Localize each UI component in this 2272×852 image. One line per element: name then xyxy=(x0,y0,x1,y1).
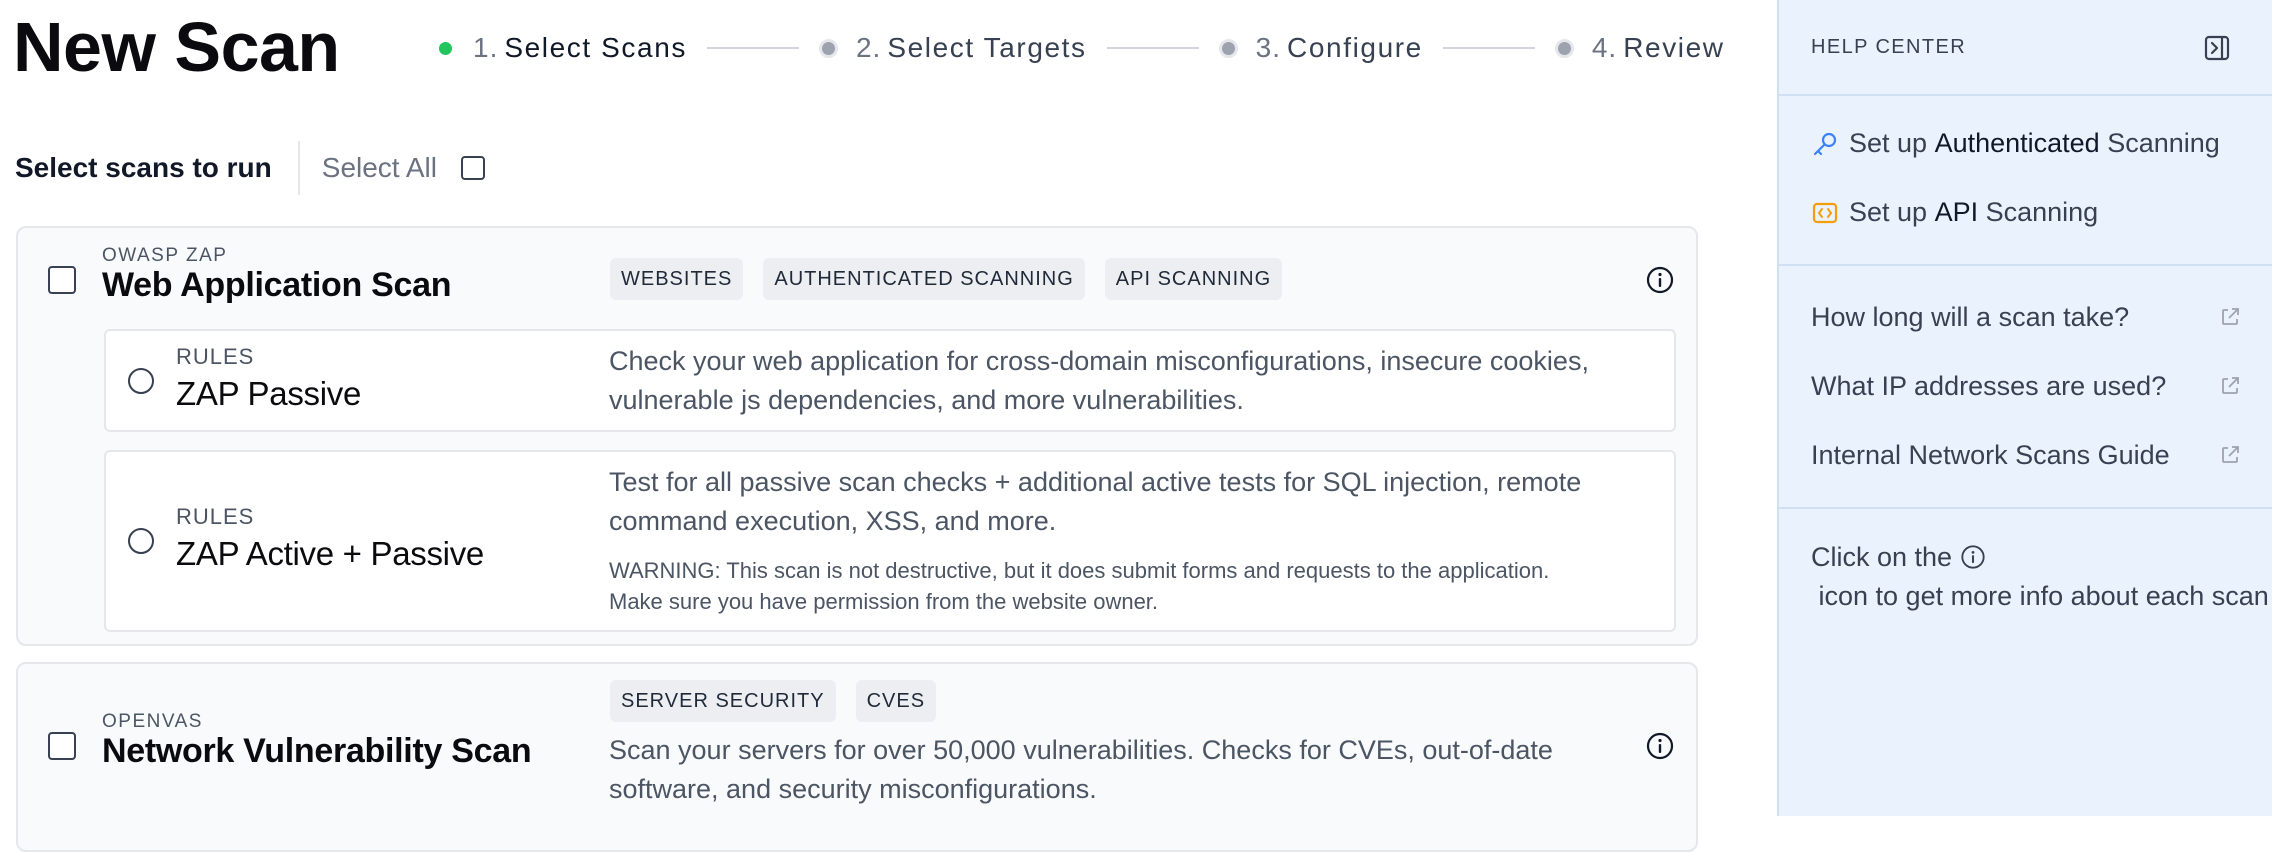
tag: CVES xyxy=(855,680,937,722)
tip-text-before: Click on the xyxy=(1811,542,1960,572)
divider xyxy=(297,141,300,195)
tag: WEBSITES xyxy=(610,258,744,300)
guide-authenticated-scanning[interactable]: Set up Authenticated Scanning xyxy=(1811,128,2220,159)
guide-suffix: Scanning xyxy=(1978,197,2099,227)
guide-prefix: Set up xyxy=(1849,128,1935,158)
info-icon[interactable] xyxy=(1646,266,1674,294)
code-icon xyxy=(1812,202,1838,223)
step-label: Select Targets xyxy=(887,32,1087,63)
select-scans-heading: Select scans to run xyxy=(15,152,272,183)
rule-title: ZAP Active + Passive xyxy=(176,535,484,572)
external-link-icon xyxy=(2222,446,2239,463)
scan-vendor: OWASP ZAP xyxy=(102,245,228,266)
scan-checkbox-web-application[interactable] xyxy=(48,266,76,294)
step-dot xyxy=(818,38,838,58)
scan-title: Network Vulnerability Scan xyxy=(102,732,532,770)
step-connector xyxy=(1106,47,1199,49)
main-content: New Scan 1. Select Scans 2. Select Targe… xyxy=(0,0,1760,852)
tag: SERVER SECURITY xyxy=(610,680,836,722)
step-select-targets[interactable]: 2. Select Targets xyxy=(818,32,1087,64)
rule-radio[interactable] xyxy=(128,368,154,394)
help-header: HELP CENTER xyxy=(1779,0,2272,96)
faq-label: Internal Network Scans Guide xyxy=(1811,440,2170,470)
help-title: HELP CENTER xyxy=(1811,36,1967,58)
scan-card-web-application: OWASP ZAP Web Application Scan WEBSITES … xyxy=(16,226,1698,646)
step-number: 1. xyxy=(473,32,499,63)
step-label: Review xyxy=(1623,32,1725,63)
tag: API SCANNING xyxy=(1104,258,1283,300)
rule-description: Check your web application for cross-dom… xyxy=(609,346,1589,415)
guide-strong: Authenticated xyxy=(1934,128,2100,158)
tip-text-after: icon to get more info about each scan xyxy=(1811,581,2269,611)
guide-strong: API xyxy=(1934,197,1979,227)
rule-kicker: RULES xyxy=(176,344,255,369)
step-number: 3. xyxy=(1255,32,1282,63)
step-dot xyxy=(1554,38,1574,58)
help-faqs: How long will a scan take? What IP addre… xyxy=(1779,266,2272,509)
rule-description: Test for all passive scan checks + addit… xyxy=(609,467,1582,536)
select-all-label[interactable]: Select All xyxy=(322,152,437,184)
guide-suffix: Scanning xyxy=(2099,128,2220,158)
scan-title: Web Application Scan xyxy=(102,266,452,304)
progress-stepper: 1. Select Scans 2. Select Targets 3. Con… xyxy=(436,26,1725,70)
step-configure[interactable]: 3. Configure xyxy=(1218,32,1423,64)
rule-option-zap-passive[interactable]: RULES ZAP Passive Check your web applica… xyxy=(104,329,1676,432)
faq-link-internal-network-guide[interactable]: Internal Network Scans Guide xyxy=(1811,440,2241,471)
step-review[interactable]: 4. Review xyxy=(1554,32,1725,64)
scan-description: Scan your servers for over 50,000 vulner… xyxy=(609,735,1553,804)
faq-link-ip-addresses[interactable]: What IP addresses are used? xyxy=(1811,371,2241,402)
help-center-panel: HELP CENTER Set up Authenticated Scannin… xyxy=(1777,0,2272,816)
step-select-scans[interactable]: 1. Select Scans xyxy=(436,32,687,64)
scan-tags: WEBSITES AUTHENTICATED SCANNING API SCAN… xyxy=(610,258,1283,300)
tag: AUTHENTICATED SCANNING xyxy=(763,258,1085,300)
step-active-dot xyxy=(436,38,455,58)
rule-option-zap-active-passive[interactable]: RULES ZAP Active + Passive Test for all … xyxy=(104,450,1676,632)
guide-prefix: Set up xyxy=(1849,197,1935,227)
step-connector xyxy=(706,47,799,49)
help-tip: Click on the icon to get more info about… xyxy=(1811,538,2269,616)
scan-tags: SERVER SECURITY CVES xyxy=(610,680,937,722)
scan-card-network-vulnerability: OPENVAS Network Vulnerability Scan SERVE… xyxy=(16,662,1698,852)
rule-kicker: RULES xyxy=(176,504,255,529)
external-link-icon xyxy=(2222,377,2239,394)
key-icon xyxy=(1813,132,1837,155)
step-number: 2. xyxy=(855,32,882,63)
select-all-checkbox[interactable] xyxy=(460,156,485,180)
scan-vendor: OPENVAS xyxy=(102,711,203,732)
help-guides: Set up Authenticated Scanning Set up API… xyxy=(1779,96,2272,266)
step-label: Select Scans xyxy=(504,32,687,63)
faq-label: What IP addresses are used? xyxy=(1811,371,2167,401)
select-scans-bar: Select scans to run Select All xyxy=(15,140,485,196)
page-title: New Scan xyxy=(13,8,340,86)
scan-checkbox-network-vulnerability[interactable] xyxy=(48,732,76,760)
rule-radio[interactable] xyxy=(128,528,154,554)
step-number: 4. xyxy=(1591,32,1618,63)
external-link-icon xyxy=(2222,308,2239,325)
faq-link-scan-duration[interactable]: How long will a scan take? xyxy=(1811,302,2241,333)
guide-api-scanning[interactable]: Set up API Scanning xyxy=(1811,197,2098,228)
collapse-panel-icon[interactable] xyxy=(2203,34,2231,62)
info-icon xyxy=(1960,545,1985,569)
faq-label: How long will a scan take? xyxy=(1811,302,2130,332)
step-connector xyxy=(1442,47,1535,49)
step-label: Configure xyxy=(1287,32,1423,63)
step-dot xyxy=(1218,38,1238,58)
rule-warning: WARNING: This scan is not destructive, b… xyxy=(609,558,1550,614)
rule-title: ZAP Passive xyxy=(176,375,361,412)
